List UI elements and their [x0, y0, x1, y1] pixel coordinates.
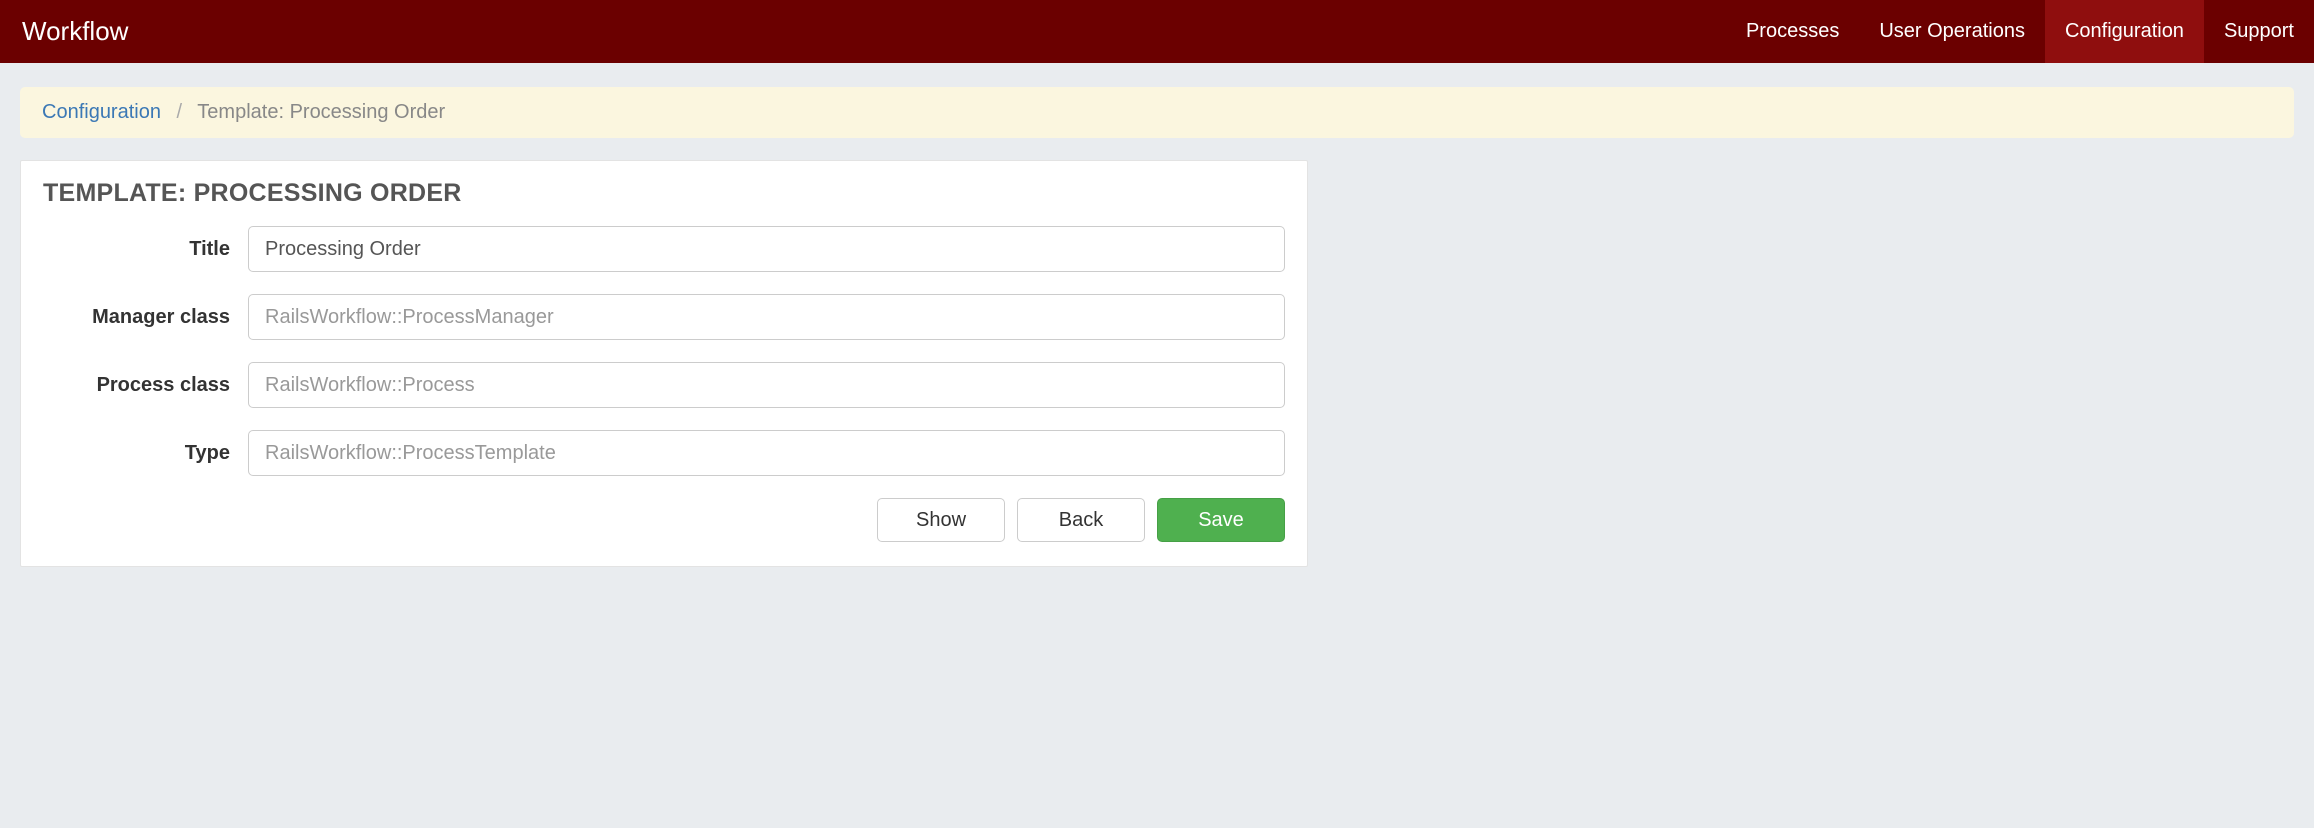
label-process-class: Process class	[43, 374, 248, 397]
button-row: Show Back Save	[43, 498, 1285, 542]
show-button[interactable]: Show	[877, 498, 1005, 542]
breadcrumb-current: Template: Processing Order	[197, 101, 445, 123]
panel-title: TEMPLATE: PROCESSING ORDER	[43, 179, 1285, 208]
back-button[interactable]: Back	[1017, 498, 1145, 542]
input-type[interactable]	[248, 430, 1285, 476]
navbar-nav: Processes User Operations Configuration …	[1726, 0, 2314, 63]
nav-item-support[interactable]: Support	[2204, 0, 2314, 63]
form-row-type: Type	[43, 430, 1285, 476]
nav-item-user-operations[interactable]: User Operations	[1859, 0, 2045, 63]
input-process-class[interactable]	[248, 362, 1285, 408]
navbar-brand[interactable]: Workflow	[22, 0, 128, 63]
breadcrumb: Configuration / Template: Processing Ord…	[20, 87, 2294, 138]
form-row-title: Title	[43, 226, 1285, 272]
form-row-manager-class: Manager class	[43, 294, 1285, 340]
navbar: Workflow Processes User Operations Confi…	[0, 0, 2314, 63]
panel: TEMPLATE: PROCESSING ORDER Title Manager…	[20, 160, 1308, 567]
input-manager-class[interactable]	[248, 294, 1285, 340]
input-title[interactable]	[248, 226, 1285, 272]
save-button[interactable]: Save	[1157, 498, 1285, 542]
label-title: Title	[43, 238, 248, 261]
form-row-process-class: Process class	[43, 362, 1285, 408]
nav-item-processes[interactable]: Processes	[1726, 0, 1859, 63]
content-wrap: Configuration / Template: Processing Ord…	[0, 63, 2314, 567]
breadcrumb-separator: /	[177, 101, 183, 123]
nav-item-configuration[interactable]: Configuration	[2045, 0, 2204, 63]
label-type: Type	[43, 442, 248, 465]
breadcrumb-link-configuration[interactable]: Configuration	[42, 101, 161, 123]
label-manager-class: Manager class	[43, 306, 248, 329]
